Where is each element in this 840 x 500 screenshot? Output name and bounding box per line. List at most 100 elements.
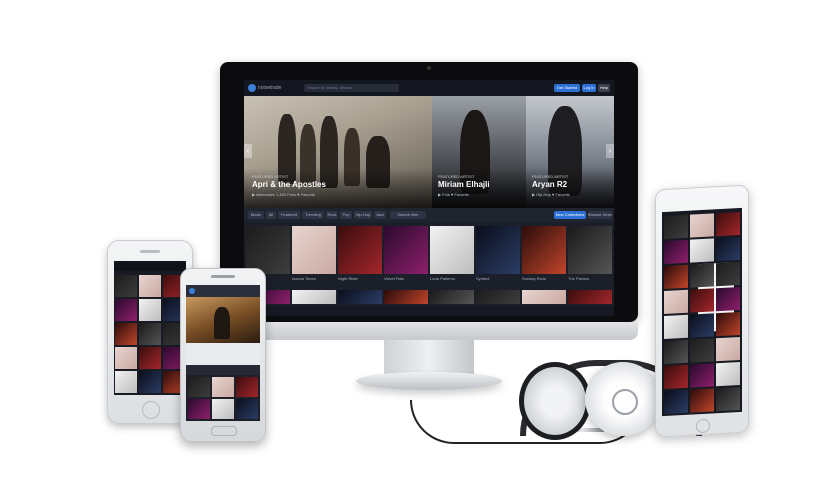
album-cover[interactable] [430, 290, 474, 304]
album-thumbnail[interactable] [664, 214, 688, 239]
get-started-button[interactable]: Get Started [554, 84, 580, 92]
search-input[interactable]: Search for artists, albums [304, 84, 399, 92]
album-thumbnail[interactable] [716, 237, 740, 262]
filter-trending[interactable]: Trending [302, 211, 324, 219]
home-button[interactable] [142, 401, 160, 419]
iphone-screen [114, 261, 186, 395]
album-cover[interactable] [522, 226, 566, 274]
album-thumbnail[interactable] [115, 323, 137, 345]
album-thumbnail[interactable] [664, 264, 688, 289]
album-thumbnail[interactable] [664, 314, 688, 339]
album-cover[interactable] [338, 290, 382, 304]
hero-title[interactable]: Apri & the Apostles [252, 180, 326, 189]
featured-card-2[interactable]: FEATURED ARTIST Miriam Elhajli ▶ Folk ♥ … [432, 96, 526, 208]
album-thumbnail[interactable] [690, 388, 714, 413]
album-thumbnail[interactable] [664, 364, 688, 389]
album-cover[interactable] [476, 290, 520, 304]
brand-logo-icon[interactable] [189, 288, 195, 294]
album-thumbnail[interactable] [664, 389, 688, 414]
filter-search-input[interactable]: Search filter [390, 211, 426, 219]
album-thumbnail[interactable] [716, 212, 740, 237]
filter-music[interactable]: Music [248, 211, 264, 219]
album-thumbnail[interactable] [115, 347, 137, 369]
album-title: Luna Patterns [430, 276, 455, 281]
brand-logo-icon[interactable] [248, 84, 256, 92]
tablet-album-grid [662, 208, 742, 212]
filter-pop[interactable]: Pop [340, 211, 352, 219]
top-navigation-bar: noisetrade Search for artists, albums Ge… [244, 80, 614, 96]
chevron-left-icon[interactable]: ‹ [244, 144, 252, 158]
webcam [427, 66, 431, 70]
home-button[interactable] [211, 426, 237, 436]
album-thumbnail[interactable] [690, 338, 714, 363]
hero-tag: FEATURED ARTIST [252, 174, 289, 179]
hero-tag: FEATURED ARTIST [532, 174, 569, 179]
album-thumbnail[interactable] [139, 323, 161, 345]
album-thumbnail[interactable] [115, 371, 137, 393]
album-thumbnail[interactable] [236, 399, 258, 419]
album-thumbnail[interactable] [716, 337, 740, 362]
album-cover[interactable] [384, 290, 428, 304]
filter-all[interactable]: All [266, 211, 276, 219]
album-thumbnail[interactable] [188, 399, 210, 419]
album-thumbnail[interactable] [690, 263, 714, 288]
featured-card-3[interactable]: › FEATURED ARTIST Aryan R2 ▶ Hip-Hop ♥ F… [526, 96, 614, 208]
album-thumbnail[interactable] [139, 275, 161, 297]
album-cover[interactable] [476, 226, 520, 274]
album-thumbnail[interactable] [139, 347, 161, 369]
mobile-header [114, 261, 186, 271]
album-thumbnail[interactable] [690, 313, 714, 338]
filter-hiphop[interactable]: Hip-Hop [354, 211, 372, 219]
album-thumbnail[interactable] [212, 377, 234, 397]
featured-banner[interactable] [186, 297, 260, 343]
album-thumbnail[interactable] [115, 299, 137, 321]
browse-genres-button[interactable]: Browse Genres [588, 211, 612, 219]
album-cover[interactable] [338, 226, 382, 274]
album-thumbnail[interactable] [664, 339, 688, 364]
album-cover[interactable] [384, 226, 428, 274]
album-thumbnail[interactable] [716, 312, 740, 337]
album-cover[interactable] [292, 226, 336, 274]
filter-jazz[interactable]: Jazz [374, 211, 386, 219]
album-cover[interactable] [430, 226, 474, 274]
album-title: Aurora Tones [292, 276, 316, 281]
hero-title[interactable]: Aryan R2 [532, 180, 567, 189]
album-cover[interactable] [568, 226, 612, 274]
album-thumbnail[interactable] [139, 299, 161, 321]
filter-featured[interactable]: Featured [278, 211, 300, 219]
album-thumbnail[interactable] [664, 239, 688, 264]
filter-rock[interactable]: Rock [326, 211, 338, 219]
help-button[interactable]: Help [598, 84, 610, 92]
album-thumbnail[interactable] [690, 213, 714, 238]
chevron-right-icon[interactable]: › [606, 144, 614, 158]
album-thumbnail[interactable] [716, 362, 740, 387]
ipad-device [655, 184, 749, 438]
desktop-monitor: noisetrade Search for artists, albums Ge… [220, 62, 638, 322]
monitor-stand [384, 340, 474, 374]
album-thumbnail[interactable] [664, 289, 688, 314]
brand-name[interactable]: noisetrade [258, 83, 298, 93]
album-title: Night Rider [338, 276, 359, 281]
album-thumbnail[interactable] [716, 387, 740, 412]
album-cover[interactable] [246, 226, 290, 274]
album-thumbnail[interactable] [212, 399, 234, 419]
monitor-chin [220, 322, 638, 340]
album-thumbnail[interactable] [139, 371, 161, 393]
desktop-screen: noisetrade Search for artists, albums Ge… [244, 80, 614, 316]
hero-title[interactable]: Miriam Elhajli [438, 180, 490, 189]
home-button[interactable] [696, 418, 710, 434]
album-cover[interactable] [292, 290, 336, 304]
album-thumbnail[interactable] [716, 287, 740, 312]
album-thumbnail[interactable] [716, 262, 740, 287]
album-thumbnail[interactable] [690, 238, 714, 263]
album-thumbnail[interactable] [690, 363, 714, 388]
login-button[interactable]: Log in [582, 84, 596, 92]
album-thumbnail[interactable] [188, 377, 210, 397]
album-cover[interactable] [522, 290, 566, 304]
new-collections-button[interactable]: New Collections [554, 211, 586, 219]
album-thumbnail[interactable] [236, 377, 258, 397]
featured-card-1[interactable]: ‹ FEATURED ARTIST Apri & the Apostles ▶ … [244, 96, 432, 208]
album-thumbnail[interactable] [690, 288, 714, 313]
album-thumbnail[interactable] [115, 275, 137, 297]
album-cover[interactable] [568, 290, 612, 304]
